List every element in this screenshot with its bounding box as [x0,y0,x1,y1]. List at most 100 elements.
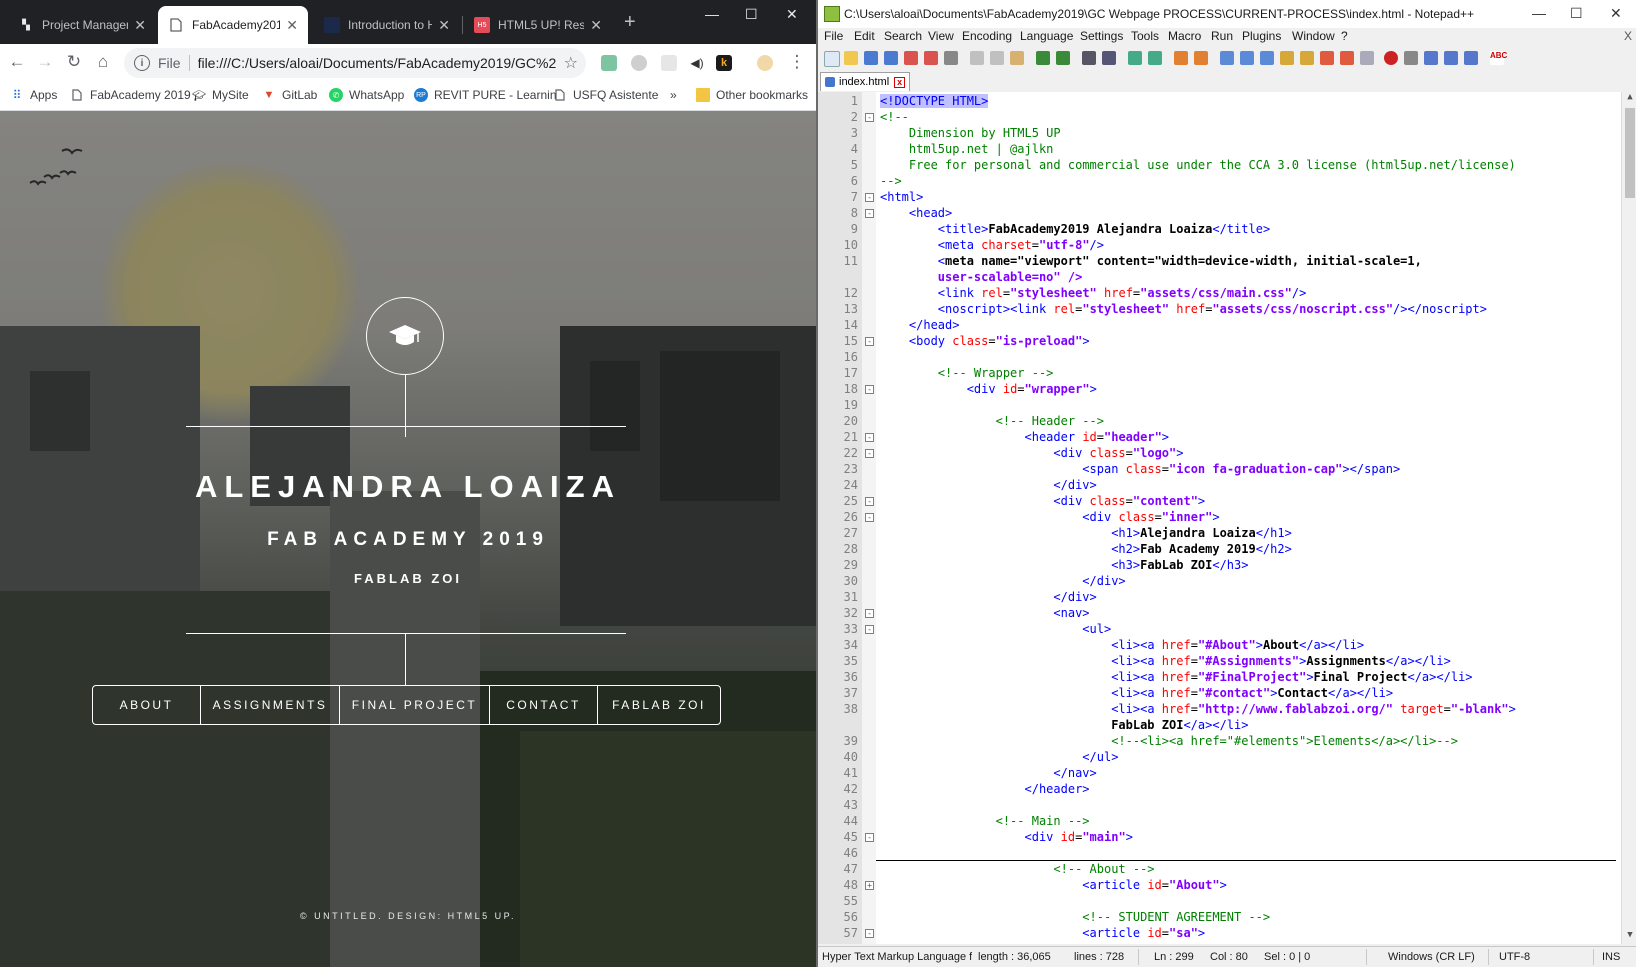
menu-window[interactable]: Window [1292,29,1335,43]
bookmark-mysite[interactable]: 🎓︎ MySite [192,88,249,102]
back-icon[interactable]: ← [6,52,28,72]
menu-plugins[interactable]: Plugins [1242,29,1281,43]
tab-fabacademy[interactable]: FabAcademy2019 A ✕ [158,6,308,44]
tab-project-management[interactable]: ▚ Project Managemen ✕ [8,6,156,44]
fold-collapse-icon[interactable]: - [865,433,874,442]
nav-contact[interactable]: CONTACT [489,686,597,724]
redo-icon[interactable] [1056,51,1070,65]
tab-html5up[interactable]: H5 HTML5 UP! Respons ✕ [464,6,612,44]
close-icon[interactable]: ✕ [134,17,146,34]
menu-run[interactable]: Run [1211,29,1233,43]
code-line[interactable]: 13 <noscript><link rel="stylesheet" href… [818,301,1618,317]
code-line[interactable]: 55 [818,893,1618,909]
fold-collapse-icon[interactable]: - [865,833,874,842]
spellcheck-icon[interactable]: ABC [1490,51,1507,65]
menu-search[interactable]: Search [884,29,922,43]
save-all-icon[interactable] [884,51,898,65]
tab-intro-html[interactable]: Introduction to HTM ✕ [314,6,460,44]
close-tab-icon[interactable]: x [894,76,906,88]
k-extension-icon[interactable]: k [716,55,732,71]
menu-tools[interactable]: Tools [1131,29,1159,43]
close-icon[interactable]: ✕ [590,17,602,34]
bookmark-apps[interactable]: ⠿ Apps [10,88,58,102]
copy-icon[interactable] [990,51,1004,65]
menu-file[interactable]: File [824,29,843,43]
code-line[interactable]: 42 </header> [818,781,1618,797]
code-line[interactable]: 31 </div> [818,589,1618,605]
vertical-scrollbar[interactable]: ▲ ▼ [1621,92,1636,944]
code-line[interactable]: 36 <li><a href="#FinalProject">Final Pro… [818,669,1618,685]
nav-about[interactable]: ABOUT [93,686,200,724]
doc-map-icon[interactable] [1300,51,1314,65]
url-text[interactable]: file:///C:/Users/aloai/Documents/FabAcad… [198,55,556,71]
code-line[interactable]: 16 [818,349,1618,365]
cut-icon[interactable] [970,51,984,65]
code-line[interactable]: 56 <!-- STUDENT AGREEMENT --> [818,909,1618,925]
monitoring-icon[interactable] [1360,51,1374,65]
code-line[interactable]: 48 + <article id="About"> [818,877,1618,893]
code-line[interactable]: 4 html5up.net | @ajlkn [818,141,1618,157]
code-line[interactable]: 43 [818,797,1618,813]
record-macro-icon[interactable] [1384,51,1398,65]
code-line[interactable]: 14 </head> [818,317,1618,333]
bookmark-other[interactable]: Other bookmarks [696,88,808,102]
code-line[interactable]: 8- <head> [818,205,1618,221]
code-line[interactable]: 21- <header id="header"> [818,429,1618,445]
paste-icon[interactable] [1010,51,1024,65]
menu-language[interactable]: Language [1020,29,1073,43]
audio-extension-icon[interactable]: ◀) [689,55,705,71]
code-line[interactable]: user-scalable=no" /> [818,269,1618,285]
code-line[interactable]: 19 [818,397,1618,413]
code-line[interactable]: 28 <h2>Fab Academy 2019</h2> [818,541,1618,557]
fold-collapse-icon[interactable]: - [865,385,874,394]
fold-collapse-icon[interactable]: - [865,929,874,938]
code-editor[interactable]: 1 <!DOCTYPE HTML> 2- <!-- 3 Dimension by HTM… [818,92,1636,944]
code-line[interactable]: 17 <!-- Wrapper --> [818,365,1618,381]
close-file-icon[interactable] [904,51,918,65]
folder-workspace-icon[interactable] [1340,51,1354,65]
bookmark-gitlab[interactable]: ▼ GitLab [262,88,318,102]
menu-macro[interactable]: Macro [1168,29,1201,43]
minimize-icon[interactable]: — [705,6,719,22]
code-line[interactable]: 39 <!--<li><a href="#elements">Elements<… [818,733,1618,749]
code-line[interactable]: 45- <div id="main"> [818,829,1618,845]
home-icon[interactable]: ⌂ [92,52,114,72]
code-line[interactable]: 11 <meta name="viewport" content="width=… [818,253,1618,269]
fold-collapse-icon[interactable]: - [865,625,874,634]
code-line[interactable]: 32- <nav> [818,605,1618,621]
new-tab-icon[interactable]: + [624,12,636,32]
code-line[interactable]: 27 <h1>Alejandra Loaiza</h1> [818,525,1618,541]
close-document-icon[interactable]: X [1624,29,1632,43]
scroll-up-icon[interactable]: ▲ [1622,92,1636,106]
save-macro-icon[interactable] [1464,51,1478,65]
bookmark-fabacademy[interactable]: FabAcademy 2019 [70,88,191,102]
stop-macro-icon[interactable] [1404,51,1418,65]
bookmark-whatsapp[interactable]: ✆ WhatsApp [329,88,404,102]
code-line[interactable]: 47 <!-- About --> [818,861,1618,877]
code-line[interactable]: 12 <link rel="stylesheet" href="assets/c… [818,285,1618,301]
show-all-chars-icon[interactable] [1240,51,1254,65]
replace-icon[interactable] [1102,51,1116,65]
code-line[interactable]: 20 <!-- Header --> [818,413,1618,429]
code-line[interactable]: 24 </div> [818,477,1618,493]
code-line[interactable]: 29 <h3>FabLab ZOI</h3> [818,557,1618,573]
indent-guide-icon[interactable] [1260,51,1274,65]
fold-expand-icon[interactable]: + [865,881,874,890]
code-line[interactable]: 35 <li><a href="#Assignments">Assignment… [818,653,1618,669]
open-file-icon[interactable] [844,51,858,65]
fold-collapse-icon[interactable]: - [865,449,874,458]
code-line[interactable]: 57- <article id="sa"> [818,925,1618,941]
code-line[interactable]: 1 <!DOCTYPE HTML> [818,93,1618,109]
code-line[interactable]: 6 --> [818,173,1618,189]
code-line[interactable]: 44 <!-- Main --> [818,813,1618,829]
code-line[interactable]: 40 </ul> [818,749,1618,765]
zoom-in-icon[interactable] [1128,51,1142,65]
code-line[interactable]: 33- <ul> [818,621,1618,637]
bookmark-star-icon[interactable]: ☆ [564,53,578,73]
code-line[interactable]: 18- <div id="wrapper"> [818,381,1618,397]
save-icon[interactable] [864,51,878,65]
code-line[interactable]: 9 <title>FabAcademy2019 Alejandra Loaiza… [818,221,1618,237]
bookmark-revit-pure[interactable]: RP REVIT PURE - Learnin [414,88,557,102]
code-line[interactable]: 25- <div class="content"> [818,493,1618,509]
code-line[interactable]: 41 </nav> [818,765,1618,781]
